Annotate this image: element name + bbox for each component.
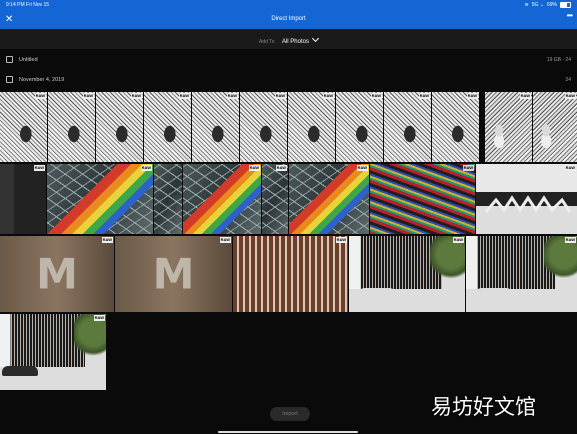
raw-badge: RAW [418, 93, 430, 99]
top-bar: ✕ Direct Import ••• [0, 10, 577, 29]
chevron-down-icon [311, 34, 320, 43]
photo-thumbnail[interactable]: RAW [262, 164, 288, 234]
photo-thumbnail[interactable]: M RAW [0, 236, 114, 312]
photo-thumbnail[interactable]: RAW [47, 164, 153, 234]
select-date-checkbox[interactable] [6, 76, 13, 83]
raw-badge: RAW [519, 93, 531, 99]
raw-badge: RAW [34, 93, 46, 99]
section-title: Untitled [19, 57, 38, 63]
raw-badge: RAW [226, 93, 238, 99]
home-indicator [218, 431, 358, 433]
raw-badge: RAW [93, 315, 105, 321]
raw-badge: RAW [370, 93, 382, 99]
photo-thumbnail[interactable]: RAW [485, 92, 532, 162]
raw-badge: RAW [452, 237, 464, 243]
select-all-checkbox[interactable] [6, 56, 13, 63]
photo-thumbnail[interactable]: RAW [533, 92, 577, 162]
raw-badge: RAW [356, 165, 368, 171]
raw-badge: RAW [178, 93, 190, 99]
section-meta: 19 GB · 24 [546, 57, 571, 63]
photo-grid: RAW RAW RAW RAW RAW RAW RAW RAW RAW RAW … [0, 92, 577, 404]
raw-badge: RAW [564, 93, 576, 99]
status-bar: 9:14 PM Fri Nov 15 ≋ 5G ⌄ 69% [0, 0, 577, 10]
album-selector[interactable]: All Photos [281, 34, 320, 45]
photo-thumbnail[interactable]: RAW [288, 92, 335, 162]
photo-thumbnail[interactable]: RAW [0, 314, 106, 390]
status-right: ≋ 5G ⌄ 69% [525, 0, 571, 10]
raw-badge: RAW [130, 93, 142, 99]
photo-thumbnail[interactable]: RAW [192, 92, 239, 162]
raw-badge: RAW [275, 165, 287, 171]
mural-graphic [484, 195, 572, 213]
photo-thumbnail[interactable]: RAW [0, 92, 47, 162]
photo-thumbnail[interactable]: RAW [466, 236, 577, 312]
photo-thumbnail[interactable]: RAW [336, 92, 383, 162]
raw-badge: RAW [219, 237, 231, 243]
car-graphic [2, 366, 38, 376]
raw-badge: RAW [101, 237, 113, 243]
photo-thumbnail[interactable]: RAW [476, 164, 577, 234]
album-selector-value: All Photos [281, 39, 309, 45]
photo-thumbnail[interactable]: RAW [384, 92, 431, 162]
photo-thumbnail[interactable]: RAW [96, 92, 143, 162]
photo-thumbnail[interactable]: RAW [432, 92, 479, 162]
battery-icon [560, 2, 571, 8]
raw-badge: RAW [462, 165, 474, 171]
photo-thumbnail[interactable]: RAW [0, 164, 46, 234]
section-header-date: November 4, 2019 24 [0, 70, 577, 90]
battery-percent: 69% [546, 2, 557, 8]
car-graphic [357, 288, 397, 300]
more-icon[interactable]: ••• [567, 11, 573, 20]
raw-badge: RAW [140, 165, 152, 171]
raw-badge: RAW [564, 165, 576, 171]
section-meta: 24 [565, 77, 571, 83]
add-to-label: Add To [259, 39, 275, 45]
status-time-date: 9:14 PM Fri Nov 15 [6, 2, 50, 8]
page-title: Direct Import [271, 16, 306, 22]
photo-thumbnail[interactable]: RAW [183, 164, 261, 234]
photo-thumbnail[interactable]: RAW [144, 92, 191, 162]
m-sign-graphic: M [36, 249, 78, 299]
photo-thumbnail[interactable]: RAW [370, 164, 475, 234]
import-button[interactable]: Import [270, 407, 310, 421]
m-sign-graphic: M [152, 249, 195, 299]
raw-badge: RAW [82, 93, 94, 99]
photo-thumbnail[interactable] [154, 164, 182, 234]
photo-thumbnail[interactable]: RAW [233, 236, 348, 312]
raw-badge: RAW [248, 165, 260, 171]
raw-badge: RAW [335, 237, 347, 243]
photo-thumbnail[interactable]: RAW [48, 92, 95, 162]
photo-thumbnail[interactable]: RAW [289, 164, 369, 234]
car-graphic [474, 288, 514, 300]
wifi-icon: ≋ [524, 2, 529, 8]
section-header-untitled: Untitled 19 GB · 24 [0, 50, 577, 70]
add-to-bar: Add To All Photos [0, 29, 577, 49]
raw-badge: RAW [274, 93, 286, 99]
photo-thumbnail[interactable]: M RAW [115, 236, 232, 312]
raw-badge: RAW [466, 93, 478, 99]
raw-badge: RAW [33, 165, 45, 171]
photo-thumbnail[interactable]: RAW [240, 92, 287, 162]
photo-thumbnail[interactable]: RAW [349, 236, 465, 312]
raw-badge: RAW [564, 237, 576, 243]
section-title: November 4, 2019 [19, 77, 65, 83]
network-label: 5G ⌄ [531, 2, 544, 8]
watermark: 易坊好文馆 [431, 395, 536, 419]
raw-badge: RAW [322, 93, 334, 99]
